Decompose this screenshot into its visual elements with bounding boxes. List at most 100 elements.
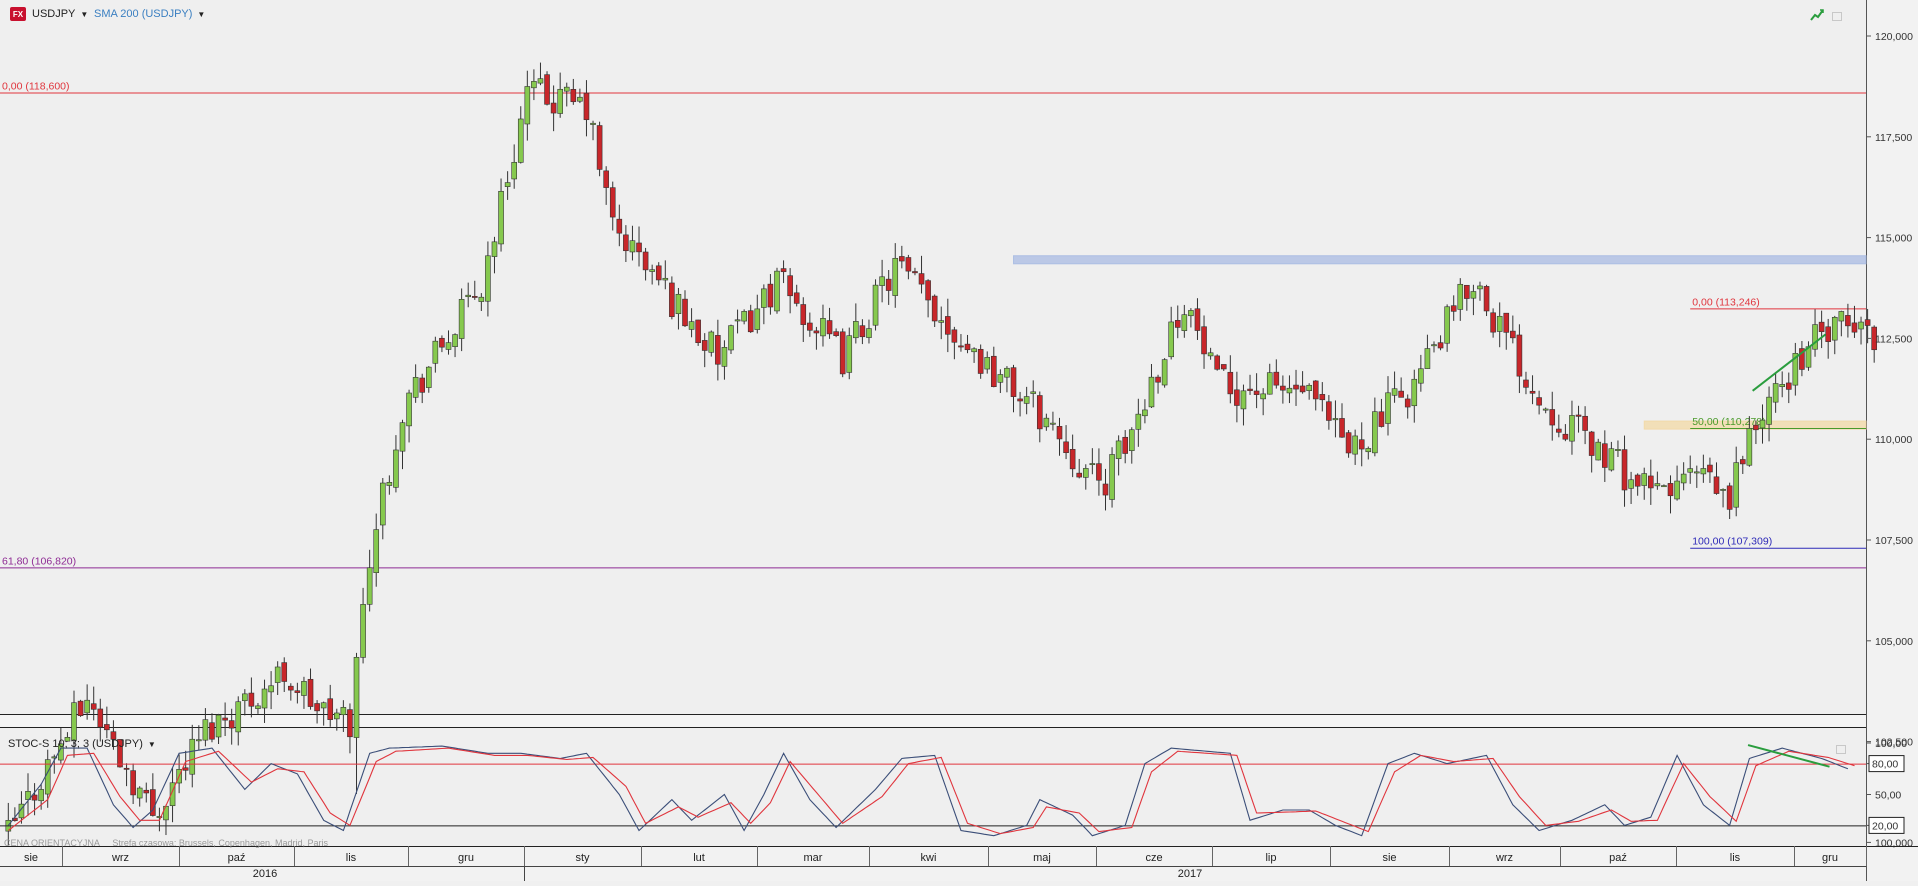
month-label: gru [1822,852,1838,864]
candle[interactable] [1214,354,1220,371]
candle-body [1076,472,1083,478]
candle-body [636,242,642,253]
candle-body [1733,462,1740,508]
maximize-icon[interactable] [1832,12,1842,21]
candle-body [1667,483,1674,497]
fibonacci-label: 0,00 (118,600) [2,80,70,92]
candle-body [347,709,353,738]
candle[interactable] [695,319,701,346]
candle[interactable] [774,267,780,314]
candle-body [1148,376,1155,408]
candle-body [353,656,360,738]
candle-body [1628,479,1634,489]
candle-body [1496,315,1503,332]
candle-body [1615,449,1621,451]
candle-body [1746,428,1753,466]
candle[interactable] [669,276,675,320]
candle[interactable] [77,699,84,717]
candle-body [471,296,478,298]
candle-body [1181,314,1188,331]
candle-body [1536,397,1542,406]
maximize-icon[interactable] [1836,745,1846,754]
candle-body [31,794,38,801]
candle-body [215,714,222,738]
candle-body [859,325,866,338]
candle-body [767,283,774,308]
candle-body [1286,387,1293,394]
candle-body [242,693,248,702]
stoch-label: STOC-S 10; 3; 3 (USDJPY) [8,738,143,750]
candle-body [261,688,268,709]
candle[interactable] [728,324,734,355]
stochastic-indicator-selector[interactable]: STOC-S 10; 3; 3 (USDJPY) ▼ [8,738,156,750]
symbol-selector[interactable]: FX USDJPY ▼ [10,5,88,23]
candle-body [1575,414,1582,417]
chart-tool-icon[interactable] [1810,8,1824,22]
candle-body [1812,324,1818,350]
candle[interactable] [872,279,879,331]
candle-body [787,275,793,297]
candle-body [609,187,616,218]
candle-body [1109,454,1115,500]
candle-body [1404,398,1411,408]
candle-body [1858,321,1864,330]
symbol-label: USDJPY [32,8,76,20]
candle-body [853,321,859,339]
candle-body [38,789,44,802]
candle-body [189,738,196,775]
candle-body [136,787,143,799]
candle-body [202,719,209,741]
candle-body [1845,315,1851,327]
candle-body [1385,392,1391,424]
candle-body [1372,411,1378,454]
candle-body [1207,352,1214,357]
main-plot-area[interactable] [0,0,1866,714]
resistance-zone[interactable] [1013,255,1867,265]
stoch-axis-label: 50,00 [1875,790,1901,802]
candle-body [701,340,708,351]
candle-body [1464,284,1470,299]
sma-indicator-selector[interactable]: SMA 200 (USDJPY) ▼ [94,5,205,23]
candle[interactable] [839,328,846,378]
month-label: paź [228,852,246,864]
panel-separator[interactable] [0,714,1918,727]
candle-body [248,692,255,707]
candle[interactable] [596,121,603,177]
candle-body [570,89,577,103]
candle[interactable] [1109,447,1115,508]
candle-body [1654,483,1661,487]
candle-body [649,269,655,272]
candle[interactable] [977,344,984,379]
candle-body [1240,390,1247,410]
candle-body [1332,418,1339,421]
candle-body [971,348,977,353]
candle-body [655,265,662,281]
candle-body [931,295,938,322]
price-type-label: CENA ORIENTACYJNA [4,838,100,848]
price-axis-label: 100,000 [1875,837,1913,849]
candle-body [504,182,511,187]
candle-body [1739,459,1746,465]
candle-body [1030,391,1037,394]
chevron-down-icon: ▼ [147,739,156,749]
stoch-axis-label: 100,00 [1875,738,1907,750]
candle-body [800,304,807,325]
price-axis-label: 115,000 [1875,233,1912,245]
fx-logo-icon: FX [10,7,26,21]
candle-body [642,251,649,271]
candle[interactable] [1595,438,1602,461]
candle-body [1648,475,1654,489]
candle[interactable] [1161,358,1168,388]
year-label: 2017 [1178,868,1202,880]
candle-body [143,789,150,794]
candle-body [314,703,320,712]
candle-body [1477,285,1483,290]
candle-body [1542,408,1549,411]
candle-body [511,162,517,180]
candle-body [196,739,202,742]
stoch-plot-area[interactable] [0,727,1866,846]
candle[interactable] [544,71,550,106]
chart-svg[interactable]: 0,00 (118,600)61,80 (106,820)100,00 (99,… [0,0,1918,881]
candle-body [1556,428,1562,433]
candle-body [807,322,813,331]
